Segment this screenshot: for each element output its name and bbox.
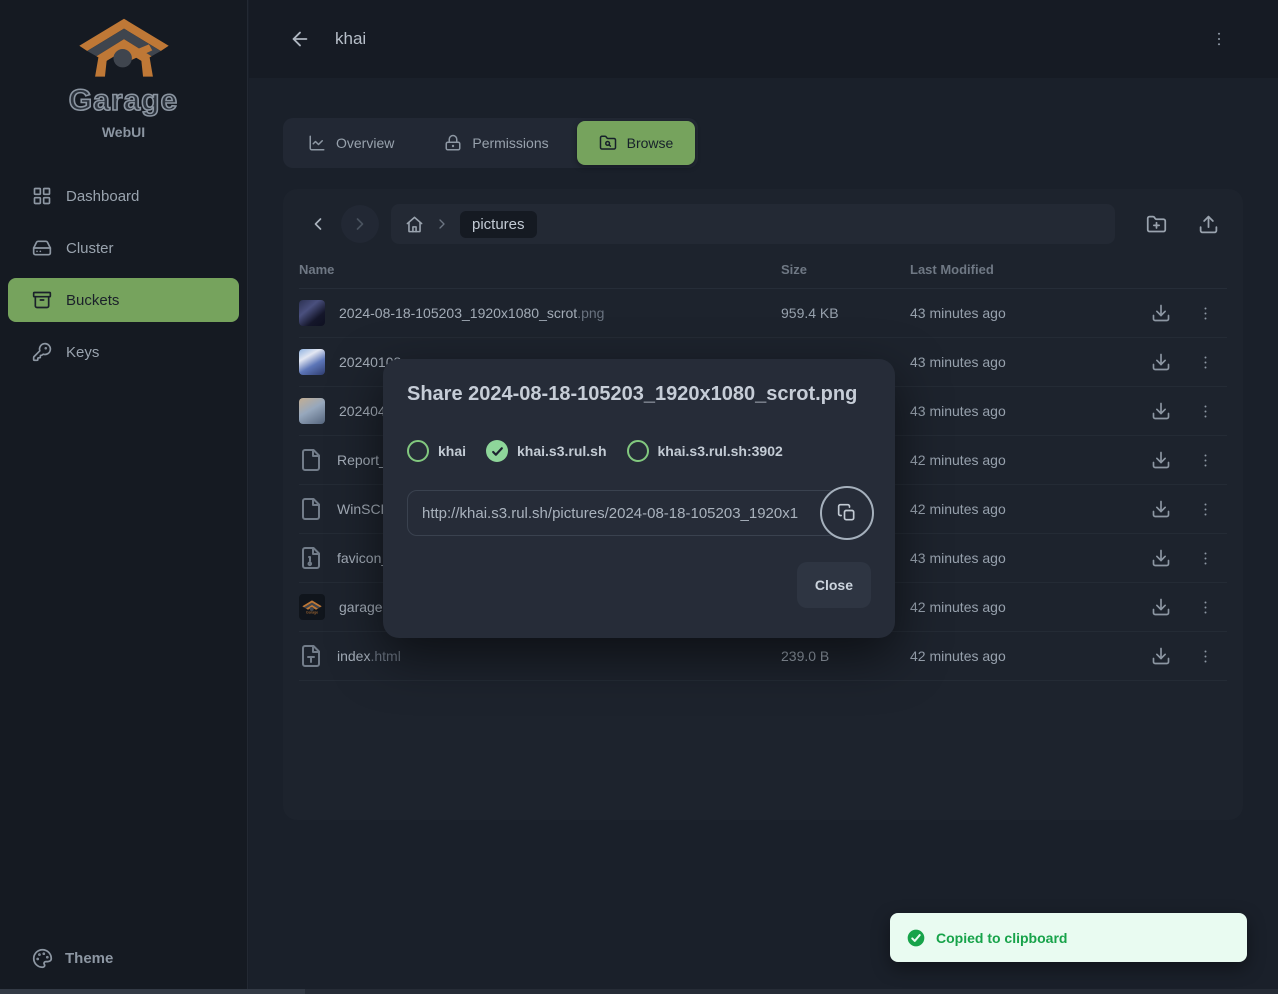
brand-title: Garage (69, 84, 178, 118)
row-menu-button[interactable] (1188, 394, 1222, 428)
domain-option[interactable]: khai.s3.rul.sh:3902 (627, 440, 783, 462)
horizontal-scrollbar[interactable] (0, 989, 1278, 994)
bucket-tabs: OverviewPermissionsBrowse (283, 118, 698, 168)
sidebar: Garage WebUI Dashboard Cluster Buckets Keys… (0, 0, 248, 994)
chart-line-icon (308, 134, 326, 152)
download-button[interactable] (1144, 492, 1178, 526)
col-modified: Last Modified (910, 262, 1144, 277)
file-size: 239.0 B (781, 648, 910, 664)
file-thumbnail (299, 349, 325, 375)
file-type-icon (299, 644, 323, 668)
file-thumbnail: Garage (299, 594, 325, 620)
sidebar-item-keys[interactable]: Keys (8, 330, 239, 374)
file-icon (299, 497, 323, 521)
file-icon (299, 448, 323, 472)
svg-text:Garage: Garage (306, 610, 318, 614)
brand-subtitle: WebUI (102, 124, 145, 140)
lock-icon (444, 134, 462, 152)
check-circle-icon (906, 928, 926, 948)
upload-button[interactable] (1189, 205, 1227, 243)
header-menu-button[interactable] (1202, 22, 1236, 56)
file-thumbnail (299, 398, 325, 424)
radio-unchecked-icon[interactable] (407, 440, 429, 462)
download-button[interactable] (1144, 296, 1178, 330)
row-menu-button[interactable] (1188, 541, 1222, 575)
file-size: 959.4 KB (781, 305, 910, 321)
theme-label: Theme (65, 950, 113, 967)
copy-url-button[interactable] (820, 486, 874, 540)
row-menu-button[interactable] (1188, 492, 1222, 526)
download-button[interactable] (1144, 541, 1178, 575)
archive-icon (32, 290, 52, 310)
toast-message: Copied to clipboard (936, 930, 1067, 946)
share-url-input[interactable] (407, 490, 838, 536)
theme-toggle[interactable]: Theme (8, 936, 239, 980)
history-back-button[interactable] (299, 205, 337, 243)
file-modified: 43 minutes ago (910, 354, 1144, 370)
breadcrumb: pictures (391, 204, 1115, 244)
file-modified: 42 minutes ago (910, 501, 1144, 517)
col-size: Size (781, 262, 910, 277)
radio-checked-icon[interactable] (486, 440, 508, 462)
hard-drive-icon (32, 238, 52, 258)
key-icon (32, 342, 52, 362)
sidebar-item-buckets[interactable]: Buckets (8, 278, 239, 322)
breadcrumb-folder[interactable]: pictures (460, 211, 537, 238)
browse-toolbar: pictures (299, 203, 1227, 245)
domain-option[interactable]: khai.s3.rul.sh (486, 440, 606, 462)
palette-icon (32, 948, 53, 969)
table-header: Name Size Last Modified (299, 251, 1227, 289)
sidebar-item-dashboard[interactable]: Dashboard (8, 174, 239, 218)
col-name: Name (299, 262, 781, 277)
row-menu-button[interactable] (1188, 296, 1222, 330)
download-button[interactable] (1144, 590, 1178, 624)
sidebar-item-cluster[interactable]: Cluster (8, 226, 239, 270)
row-menu-button[interactable] (1188, 590, 1222, 624)
chevron-right-icon (434, 216, 450, 232)
file-modified: 43 minutes ago (910, 550, 1144, 566)
share-dialog: Share 2024-08-18-105203_1920x1080_scrot.… (383, 359, 895, 638)
download-button[interactable] (1144, 345, 1178, 379)
tab-browse[interactable]: Browse (577, 121, 696, 165)
scrollbar-thumb[interactable] (0, 989, 305, 994)
close-button[interactable]: Close (797, 562, 871, 608)
file-thumbnail (299, 300, 325, 326)
garage-logo-icon (78, 16, 170, 82)
download-button[interactable] (1144, 443, 1178, 477)
radio-unchecked-icon[interactable] (627, 440, 649, 462)
file-modified: 42 minutes ago (910, 452, 1144, 468)
page-header: khai (249, 0, 1278, 78)
download-button[interactable] (1144, 394, 1178, 428)
share-dialog-title: Share 2024-08-18-105203_1920x1080_scrot.… (407, 383, 871, 406)
layout-grid-icon (32, 186, 52, 206)
row-menu-button[interactable] (1188, 639, 1222, 673)
file-name: index.html (337, 648, 401, 664)
garage-webui-app: Garage WebUI Dashboard Cluster Buckets Keys… (0, 0, 1278, 994)
brand: Garage WebUI (0, 0, 247, 140)
sidebar-nav: Dashboard Cluster Buckets Keys (0, 174, 247, 374)
file-row[interactable]: index.html 239.0 B42 minutes ago (299, 632, 1227, 681)
history-forward-button[interactable] (341, 205, 379, 243)
home-icon[interactable] (405, 215, 424, 234)
new-folder-button[interactable] (1137, 205, 1175, 243)
file-modified: 42 minutes ago (910, 648, 1144, 664)
file-binary-icon (299, 546, 323, 570)
file-modified: 43 minutes ago (910, 403, 1144, 419)
page-title: khai (335, 29, 366, 49)
folder-search-icon (599, 134, 617, 152)
tab-overview[interactable]: Overview (286, 121, 416, 165)
file-modified: 43 minutes ago (910, 305, 1144, 321)
domain-options: khai khai.s3.rul.sh khai.s3.rul.sh:3902 (407, 440, 871, 462)
download-button[interactable] (1144, 639, 1178, 673)
file-row[interactable]: 2024-08-18-105203_1920x1080_scrot.png 959… (299, 289, 1227, 338)
domain-option[interactable]: khai (407, 440, 466, 462)
row-menu-button[interactable] (1188, 443, 1222, 477)
file-modified: 42 minutes ago (910, 599, 1144, 615)
toast-notification: Copied to clipboard (890, 913, 1247, 962)
row-menu-button[interactable] (1188, 345, 1222, 379)
tab-permissions[interactable]: Permissions (422, 121, 570, 165)
back-button[interactable] (283, 22, 317, 56)
file-name: 2024-08-18-105203_1920x1080_scrot.png (339, 305, 604, 321)
